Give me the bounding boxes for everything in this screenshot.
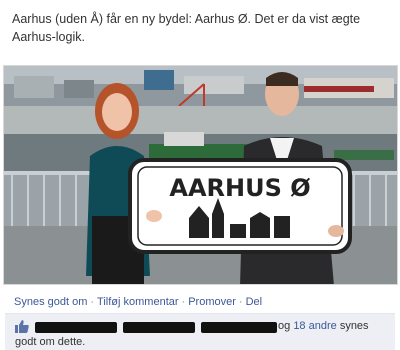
sign-text: AARHUS Ø <box>169 174 310 202</box>
separator: · <box>238 296 243 308</box>
likes-box: og 18 andre synes godt om dette. <box>5 313 395 350</box>
redacted-name <box>123 322 195 333</box>
thumbs-up-icon <box>15 320 29 333</box>
likes-suffix: synes <box>339 320 369 332</box>
share-link[interactable]: Del <box>246 296 263 308</box>
separator: · <box>181 296 186 308</box>
post-photo[interactable]: AARHUS Ø <box>3 65 398 285</box>
promote-link[interactable]: Promover <box>188 296 236 308</box>
separator: · <box>90 296 95 308</box>
post-actions: Synes godt om · Tilføj kommentar · Promover ·… <box>14 296 262 308</box>
likes-line2: godt om dette. <box>15 336 86 348</box>
redacted-name <box>35 322 117 333</box>
others-like-link[interactable]: 18 andre <box>293 320 336 332</box>
likes-summary: og 18 andre synes <box>278 320 369 332</box>
post-text: Aarhus (uden Å) får en ny bydel: Aarhus … <box>12 12 361 44</box>
photo-illustration: AARHUS Ø <box>4 66 397 284</box>
comment-link[interactable]: Tilføj kommentar <box>97 296 179 308</box>
redacted-name <box>201 322 277 333</box>
likes-connector: og <box>278 320 291 332</box>
like-link[interactable]: Synes godt om <box>14 296 87 308</box>
